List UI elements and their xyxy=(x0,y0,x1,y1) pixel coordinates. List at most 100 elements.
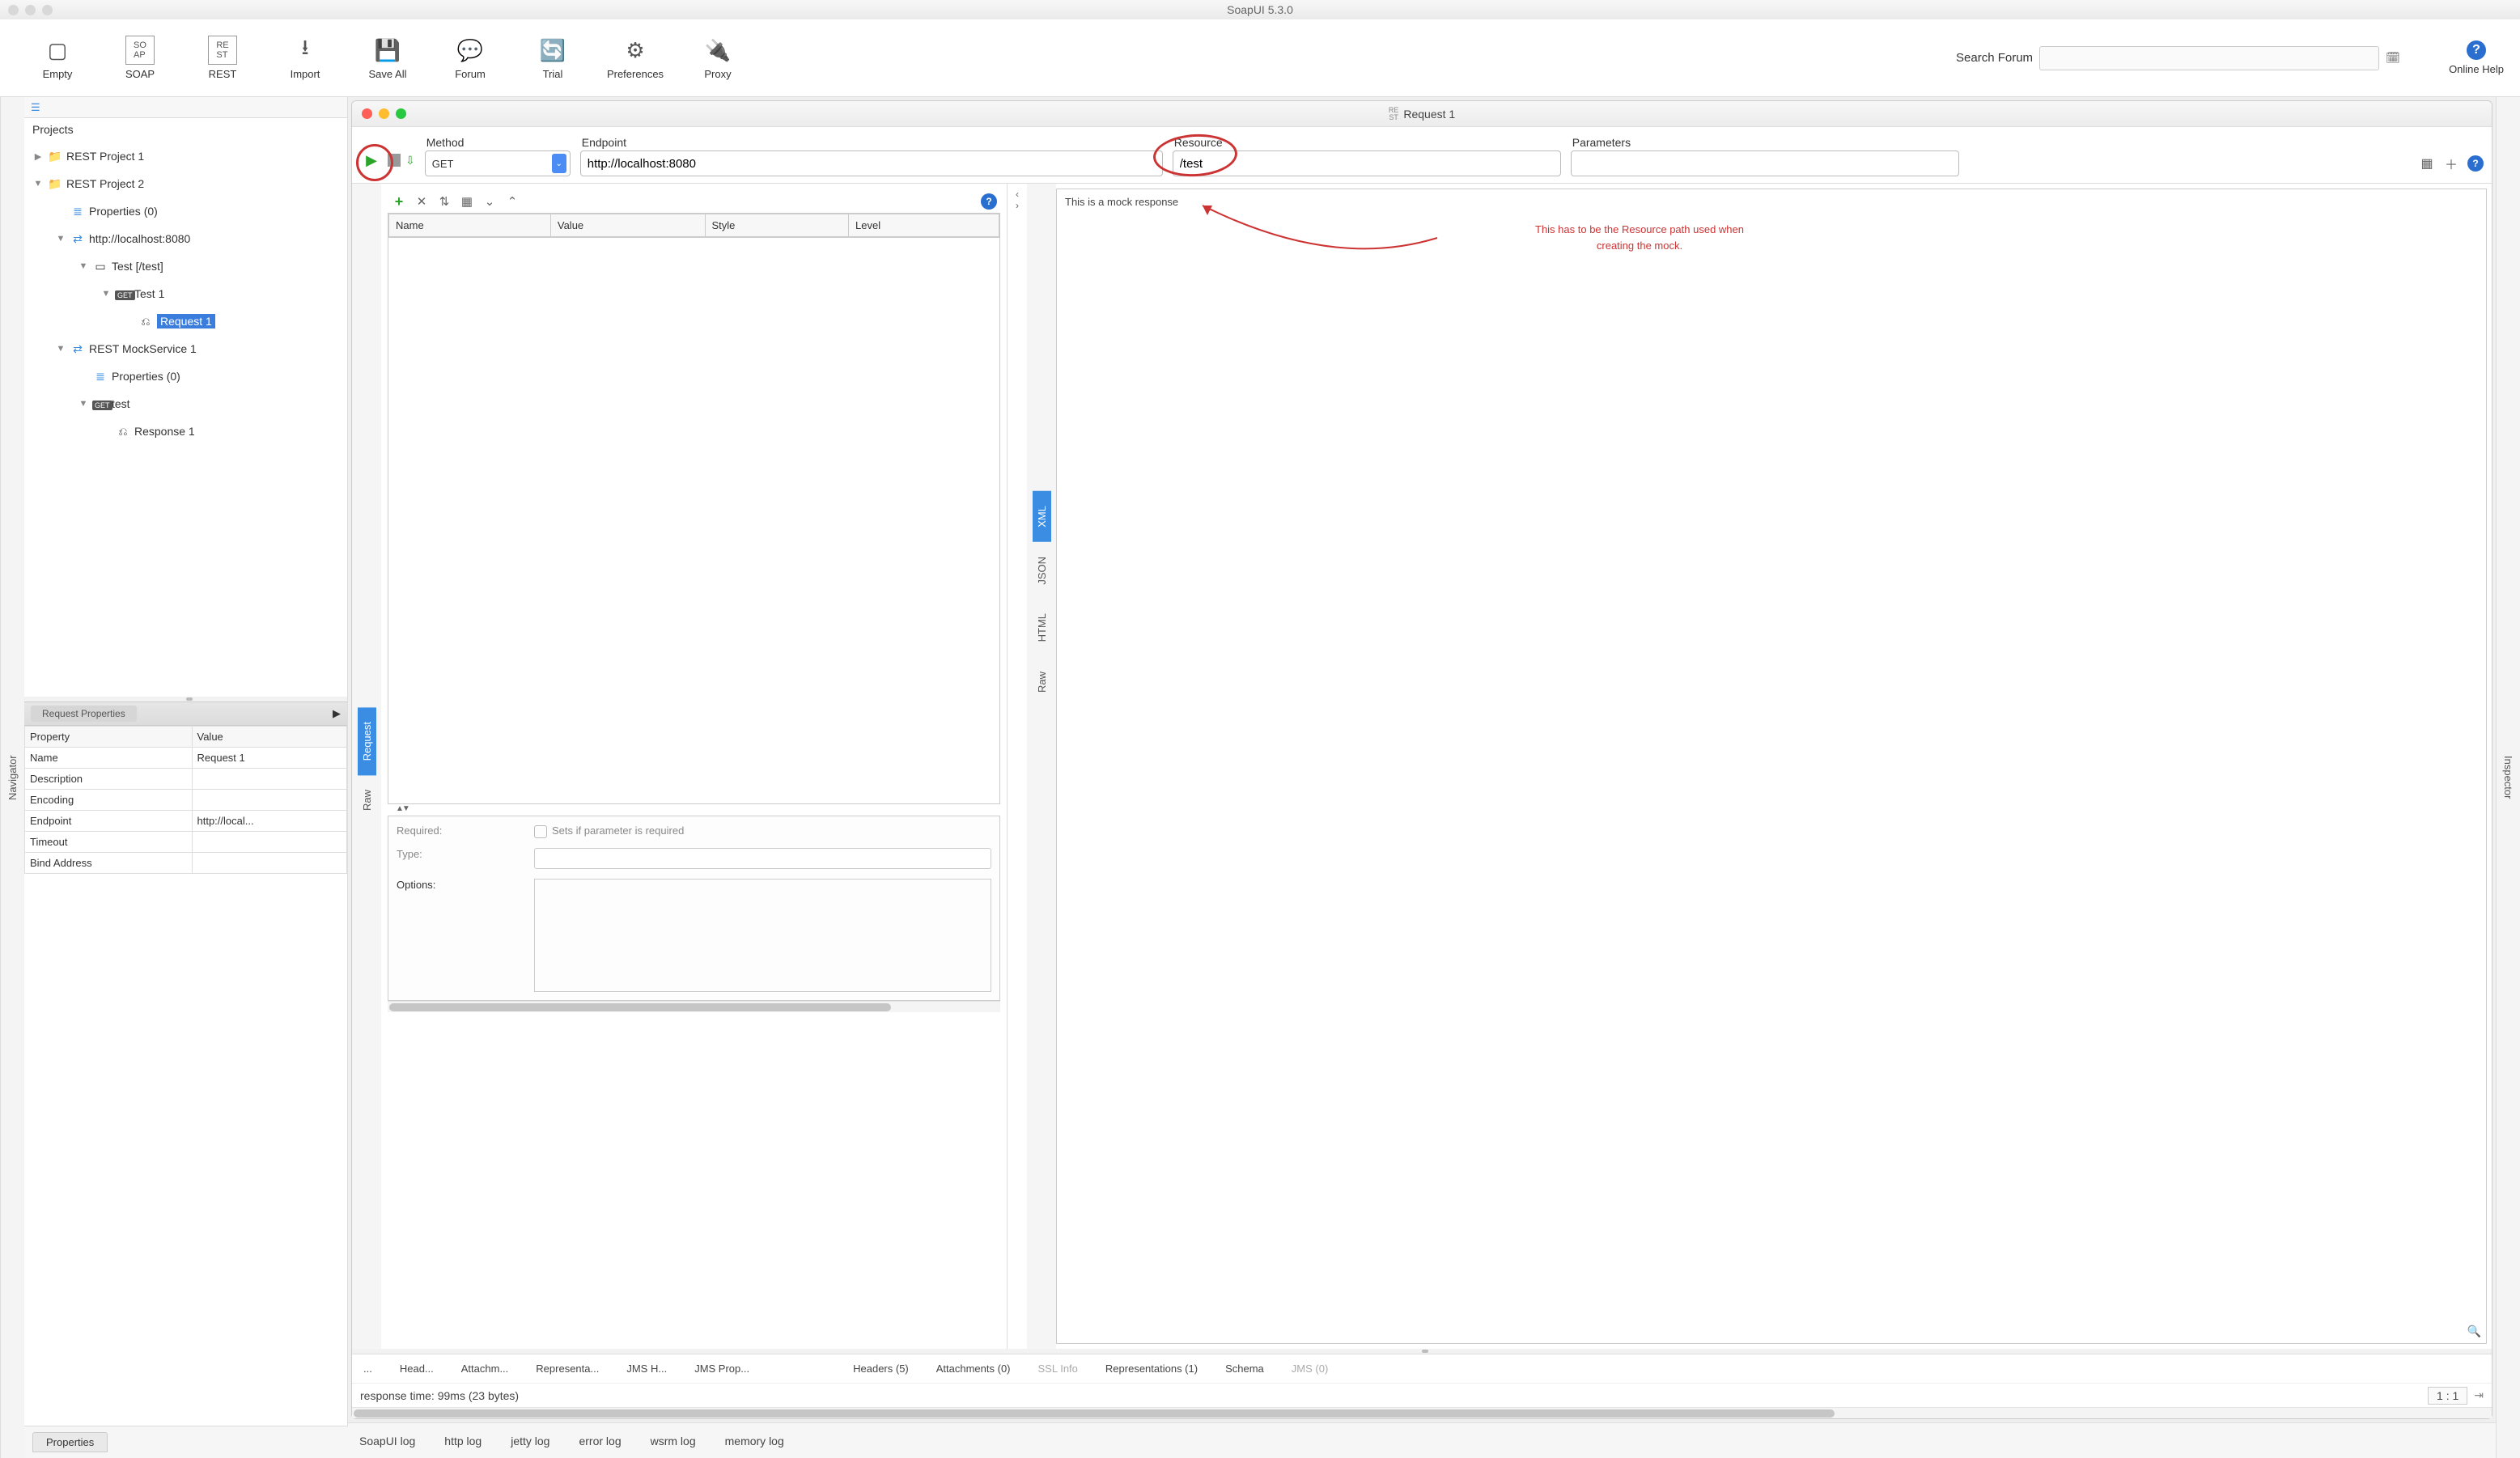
calendar-icon[interactable]: 🗓 xyxy=(2386,51,2400,66)
add-assertion-icon[interactable]: ⇩ xyxy=(405,154,415,167)
properties-tab[interactable]: Properties xyxy=(32,1432,108,1452)
tree-node[interactable]: ≣Properties (0) xyxy=(28,197,344,225)
pane-gutter[interactable]: ‹ › xyxy=(1008,184,1027,1349)
raw-response-tab[interactable]: Raw xyxy=(1033,657,1051,707)
json-tab[interactable]: JSON xyxy=(1033,542,1051,600)
request-hscroll[interactable] xyxy=(352,1407,2492,1418)
resource-input[interactable] xyxy=(1173,150,1561,176)
jms-h-tab[interactable]: JMS H... xyxy=(626,1363,667,1375)
jms-right-tab[interactable]: JMS (0) xyxy=(1292,1363,1329,1375)
import-button[interactable]: ⭳Import xyxy=(264,22,346,95)
wsrm-log-tab[interactable]: wsrm log xyxy=(651,1435,696,1447)
request-help-icon[interactable]: ? xyxy=(2467,155,2484,172)
method-field: Method GET⌄ xyxy=(425,136,571,176)
raw-tab[interactable]: Raw xyxy=(358,775,376,825)
endpoint-input[interactable] xyxy=(580,150,1163,176)
left-hscroll[interactable] xyxy=(388,1001,1000,1012)
preferences-icon: ⚙ xyxy=(621,36,650,65)
collapse-left-icon[interactable]: ‹ xyxy=(1016,189,1019,200)
type-input[interactable] xyxy=(534,848,991,869)
tree-node[interactable]: ⎌Response 1 xyxy=(28,417,344,445)
attachments-right-tab[interactable]: Attachments (0) xyxy=(936,1363,1011,1375)
more-tab[interactable]: ... xyxy=(363,1363,372,1375)
request-address-bar: ▶ ⇩ Method GET⌄ Endpoint Resource xyxy=(352,127,2492,184)
rest-badge-icon: REST xyxy=(1389,107,1399,121)
schema-tab[interactable]: Schema xyxy=(1225,1363,1264,1375)
inspector-side-tab[interactable]: Inspector xyxy=(2496,97,2520,1458)
run-button[interactable]: ▶ xyxy=(360,149,383,172)
move-param-icon[interactable]: ⇅ xyxy=(436,194,452,209)
request-tab[interactable]: Request xyxy=(358,707,376,775)
param-options-icon[interactable]: ▦ xyxy=(459,194,475,209)
soapui-log-tab[interactable]: SoapUI log xyxy=(359,1435,415,1447)
add-param-button[interactable]: + xyxy=(391,193,407,210)
xml-tab[interactable]: XML xyxy=(1033,491,1051,542)
property-row[interactable]: NameRequest 1 xyxy=(25,747,347,768)
tree-node[interactable]: ▼GETTest 1 xyxy=(28,280,344,307)
representations-left-tab[interactable]: Representa... xyxy=(536,1363,599,1375)
response-content[interactable]: This is a mock response This has to be t… xyxy=(1056,189,2487,1344)
nav-icon[interactable]: ☰ xyxy=(31,101,40,114)
req-hsplitter[interactable] xyxy=(352,1349,2492,1354)
headers-left-tab[interactable]: Head... xyxy=(400,1363,434,1375)
param-down-icon[interactable]: ⌄ xyxy=(482,194,498,209)
trial-button[interactable]: 🔄Trial xyxy=(511,22,594,95)
html-tab[interactable]: HTML xyxy=(1033,599,1051,656)
options-box[interactable] xyxy=(534,879,991,992)
attachments-left-tab[interactable]: Attachm... xyxy=(461,1363,509,1375)
forum-button[interactable]: 💬Forum xyxy=(429,22,511,95)
projects-tree[interactable]: ▶📁REST Project 1▼📁REST Project 2≣Propert… xyxy=(24,141,347,697)
tree-node[interactable]: ▼▭Test [/test] xyxy=(28,252,344,280)
http-log-tab[interactable]: http log xyxy=(444,1435,482,1447)
props-expand-icon[interactable]: ▶ xyxy=(333,707,341,720)
collapse-updown-icon[interactable]: ▲▼ xyxy=(388,804,1000,816)
stop-button[interactable] xyxy=(388,154,401,167)
headers-right-tab[interactable]: Headers (5) xyxy=(853,1363,909,1375)
property-row[interactable]: Bind Address xyxy=(25,852,347,873)
tree-node[interactable]: ▶📁REST Project 1 xyxy=(28,142,344,170)
param-up-icon[interactable]: ⌃ xyxy=(504,194,520,209)
property-row[interactable]: Description xyxy=(25,768,347,789)
param-table[interactable]: Name Value Style Level xyxy=(388,213,1000,238)
parameters-input[interactable] xyxy=(1571,150,1959,176)
empty-button[interactable]: ▢Empty xyxy=(16,22,99,95)
property-row[interactable]: Timeout xyxy=(25,831,347,852)
search-forum-input[interactable] xyxy=(2039,46,2379,70)
tree-node[interactable]: ≣Properties (0) xyxy=(28,362,344,390)
property-row[interactable]: Endpointhttp://local... xyxy=(25,810,347,831)
save-all-button[interactable]: 💾Save All xyxy=(346,22,429,95)
property-row[interactable]: Encoding xyxy=(25,789,347,810)
error-log-tab[interactable]: error log xyxy=(579,1435,621,1447)
trial-icon: 🔄 xyxy=(538,36,567,65)
goto-end-icon[interactable]: ⇥ xyxy=(2474,1388,2484,1402)
soap-button[interactable]: SOAPSOAP xyxy=(99,22,181,95)
toggle-icon[interactable]: ▦ xyxy=(2419,155,2435,172)
response-search-icon[interactable]: 🔍 xyxy=(2467,1324,2481,1338)
ssl-info-tab[interactable]: SSL Info xyxy=(1038,1363,1078,1375)
request-properties-table[interactable]: PropertyValue NameRequest 1DescriptionEn… xyxy=(24,726,347,874)
add-param-icon[interactable]: ＋ xyxy=(2443,155,2459,172)
online-help-button[interactable]: ? Online Help xyxy=(2449,40,2504,75)
bottom-log-tabs: SoapUI log http log jetty log error log … xyxy=(348,1422,2496,1458)
representations-right-tab[interactable]: Representations (1) xyxy=(1105,1363,1198,1375)
navigator-side-tab[interactable]: Navigator xyxy=(0,97,24,1458)
tree-node[interactable]: ▼GETtest xyxy=(28,390,344,417)
method-select[interactable]: GET⌄ xyxy=(425,150,571,176)
nav-splitter[interactable] xyxy=(24,697,347,701)
tree-node[interactable]: ▼⇄http://localhost:8080 xyxy=(28,225,344,252)
param-help-icon[interactable]: ? xyxy=(981,193,997,210)
jms-prop-tab[interactable]: JMS Prop... xyxy=(694,1363,749,1375)
jetty-log-tab[interactable]: jetty log xyxy=(511,1435,549,1447)
rest-button[interactable]: RESTREST xyxy=(181,22,264,95)
tree-node[interactable]: ⎌Request 1 xyxy=(28,307,344,335)
tree-node[interactable]: ▼📁REST Project 2 xyxy=(28,170,344,197)
tree-node[interactable]: ▼⇄REST MockService 1 xyxy=(28,335,344,362)
remove-param-button[interactable]: ✕ xyxy=(414,194,430,209)
memory-log-tab[interactable]: memory log xyxy=(725,1435,784,1447)
proxy-button[interactable]: 🔌Proxy xyxy=(677,22,759,95)
preferences-button[interactable]: ⚙Preferences xyxy=(594,22,677,95)
collapse-right-icon[interactable]: › xyxy=(1016,200,1019,211)
required-checkbox[interactable] xyxy=(534,825,547,838)
app-title: SoapUI 5.3.0 xyxy=(0,3,2520,16)
annotation-text: This has to be the Resource path used wh… xyxy=(1429,222,1850,253)
